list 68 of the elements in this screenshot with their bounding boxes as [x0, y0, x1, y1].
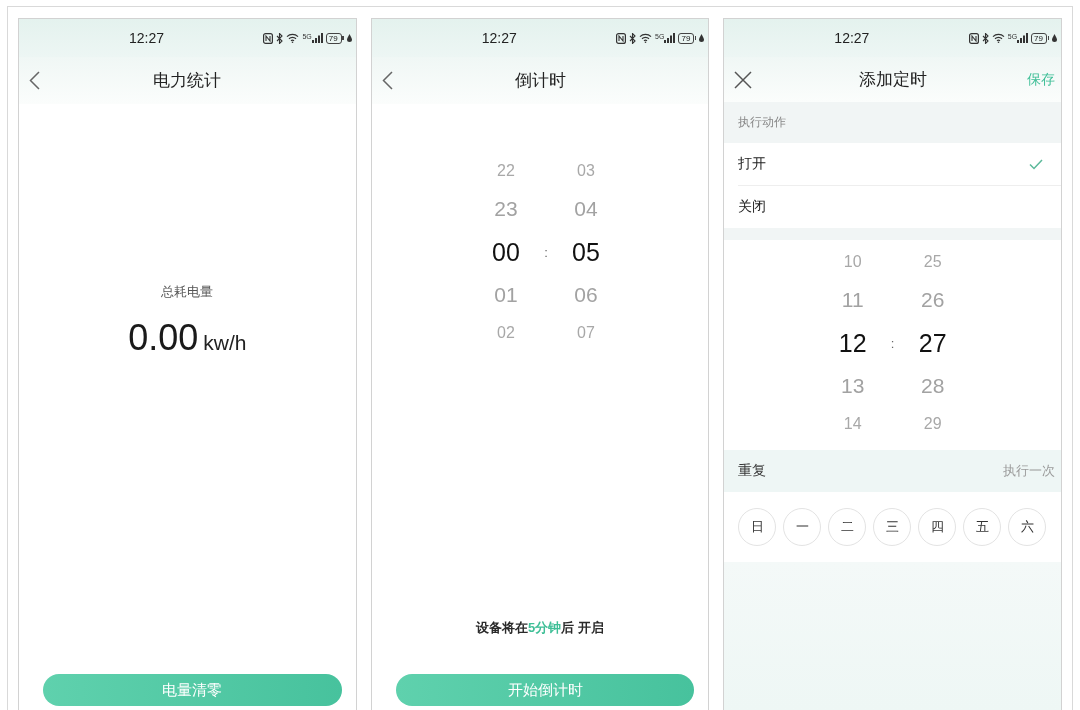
picker-item[interactable]: 00 [492, 230, 520, 274]
battery-level: 79 [1031, 32, 1049, 44]
section-header: 执行动作 [724, 102, 1061, 143]
wifi-icon [286, 33, 300, 43]
picker-item[interactable]: 22 [497, 154, 515, 188]
drop-icon [699, 34, 705, 42]
wifi-icon [639, 33, 653, 43]
bluetooth-icon [981, 32, 989, 44]
save-button[interactable]: 保存 [1027, 70, 1055, 89]
signal-icon [1017, 33, 1029, 43]
screen-title: 电力统计 [153, 70, 222, 92]
clear-button[interactable]: 电量清零 [43, 674, 342, 706]
weekday-button[interactable]: 五 [963, 508, 1002, 546]
picker-item[interactable]: 02 [497, 316, 515, 350]
weekday-button[interactable]: 六 [1008, 508, 1047, 546]
picker-item[interactable]: 23 [494, 188, 518, 230]
wifi-icon [991, 33, 1005, 43]
battery-level: 79 [325, 32, 344, 44]
picker-item[interactable]: 03 [577, 154, 595, 188]
picker-item[interactable]: 26 [921, 279, 945, 321]
picker-item[interactable]: 13 [841, 365, 865, 407]
weekday-button[interactable]: 四 [918, 508, 957, 546]
picker-item[interactable]: 06 [574, 274, 598, 316]
screen-title: 添加定时 [858, 69, 927, 91]
time-separator: : [889, 335, 896, 351]
back-button[interactable] [381, 71, 393, 90]
battery-level: 79 [678, 32, 697, 44]
nfc-icon [616, 32, 627, 44]
status-time: 12:27 [129, 30, 165, 46]
start-button[interactable]: 开始倒计时 [395, 674, 695, 706]
drop-icon [346, 34, 352, 42]
picker-item[interactable]: 10 [843, 245, 862, 279]
signal-icon [664, 33, 676, 43]
picker-item[interactable]: 11 [841, 279, 864, 321]
close-icon [734, 70, 753, 89]
picker-item[interactable]: 04 [574, 188, 598, 230]
screen-title: 倒计时 [514, 70, 566, 92]
picker-item[interactable]: 28 [921, 365, 945, 407]
chevron-left-icon [381, 71, 393, 90]
picker-item[interactable]: 01 [494, 274, 518, 316]
drop-icon [1052, 34, 1057, 42]
weekday-button[interactable]: 三 [873, 508, 912, 546]
picker-item[interactable]: 25 [923, 245, 942, 279]
weekday-button[interactable]: 日 [738, 508, 777, 546]
status-time: 12:27 [481, 30, 517, 46]
picker-item[interactable]: 05 [572, 230, 600, 274]
stat-value: 0.00 [128, 317, 199, 359]
picker-item[interactable]: 27 [918, 321, 947, 365]
picker-item[interactable]: 07 [577, 316, 595, 350]
stat-unit: kw/h [203, 331, 247, 355]
status-time: 12:27 [834, 30, 870, 46]
weekday-button[interactable]: 二 [828, 508, 867, 546]
picker-item[interactable]: 12 [838, 321, 867, 365]
picker-item[interactable]: 29 [923, 407, 942, 441]
nfc-icon [263, 32, 274, 44]
close-button[interactable] [734, 70, 753, 89]
time-separator: : [543, 244, 549, 260]
stat-label: 总耗电量 [161, 283, 214, 301]
bluetooth-icon [276, 32, 284, 44]
repeat-label: 重复 [738, 462, 767, 480]
weekday-button[interactable]: 一 [783, 508, 822, 546]
picker-item[interactable]: 14 [843, 407, 862, 441]
back-button[interactable] [29, 71, 40, 90]
chevron-left-icon [29, 71, 40, 90]
signal-icon [311, 33, 323, 43]
nfc-icon [968, 32, 979, 44]
countdown-message: 设备将在5分钟后 开启 [476, 619, 604, 637]
bluetooth-icon [629, 32, 637, 44]
